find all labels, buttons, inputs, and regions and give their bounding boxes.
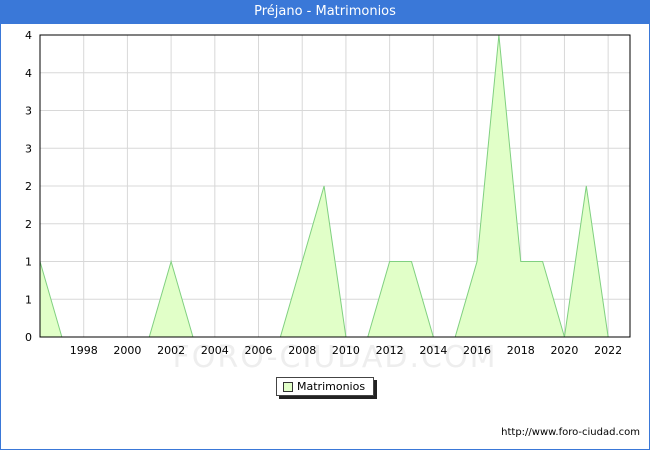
x-tick-label: 2016 (463, 344, 491, 357)
x-tick-label: 2008 (288, 344, 316, 357)
x-tick-label: 2014 (419, 344, 447, 357)
x-tick-label: 2000 (113, 344, 141, 357)
data-point (520, 261, 522, 263)
x-tick-label: 2022 (594, 344, 622, 357)
y-tick-label: 3 (25, 105, 32, 118)
x-tick-label: 2010 (332, 344, 360, 357)
y-tick-label: 3 (25, 142, 32, 155)
x-tick-label: 2004 (201, 344, 229, 357)
data-point (170, 261, 172, 263)
y-tick-label: 0 (25, 331, 32, 344)
legend-label: Matrimonios (297, 380, 366, 393)
data-point (389, 261, 391, 263)
y-tick-label: 4 (25, 29, 32, 42)
data-point (476, 261, 478, 263)
x-tick-label: 1998 (70, 344, 98, 357)
data-point (301, 261, 303, 263)
x-tick-label: 2018 (507, 344, 535, 357)
y-tick-label: 4 (25, 67, 32, 80)
x-tick-label: 2006 (245, 344, 273, 357)
legend: Matrimonios (276, 377, 374, 396)
data-point (410, 261, 412, 263)
y-tick-label: 2 (25, 180, 32, 193)
data-point (323, 185, 325, 187)
legend-swatch (283, 382, 293, 392)
y-tick-label: 2 (25, 218, 32, 231)
x-tick-label: 2012 (376, 344, 404, 357)
data-point (585, 185, 587, 187)
y-tick-label: 1 (25, 293, 32, 306)
x-tick-label: 2002 (157, 344, 185, 357)
y-tick-label: 1 (25, 256, 32, 269)
x-tick-label: 2020 (550, 344, 578, 357)
data-point (542, 261, 544, 263)
source-link[interactable]: http://www.foro-ciudad.com (501, 427, 640, 438)
